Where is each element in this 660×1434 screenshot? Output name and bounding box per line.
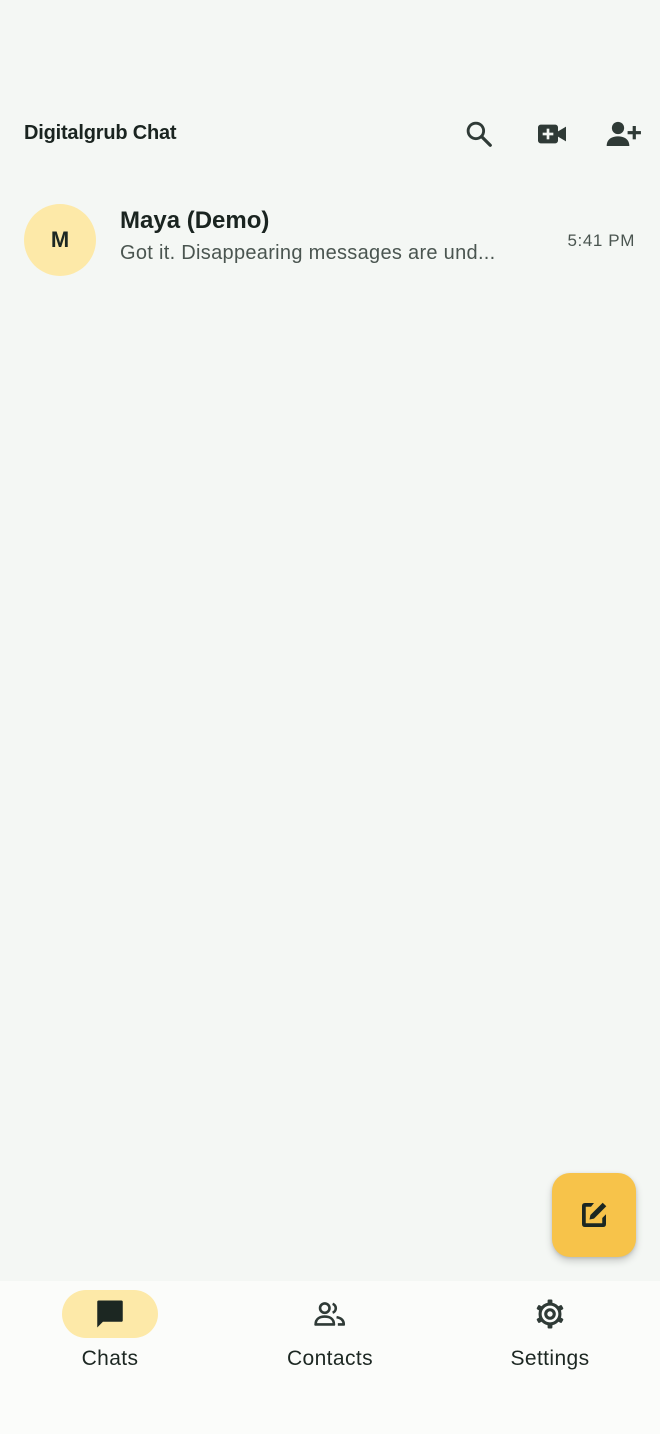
chat-bubble-icon xyxy=(97,1300,123,1328)
nav-item-chats[interactable]: Chats xyxy=(0,1281,220,1391)
avatar: M xyxy=(24,204,96,276)
chat-time: 5:41 PM xyxy=(567,231,635,250)
nav-label-settings: Settings xyxy=(510,1347,590,1370)
bottom-navigation: Chats Contacts Settings xyxy=(0,1281,660,1434)
app-header: Digitalgrub Chat xyxy=(0,100,660,170)
compose-icon xyxy=(582,1202,607,1227)
nav-label-chats: Chats xyxy=(81,1347,139,1370)
app-root: Digitalgrub Chat M Maya (Demo) Got it. D… xyxy=(0,0,660,1434)
people-icon xyxy=(314,1302,346,1326)
new-chat-button[interactable] xyxy=(552,1173,636,1257)
nav-item-settings[interactable]: Settings xyxy=(440,1281,660,1391)
gear-icon xyxy=(536,1299,564,1329)
chat-list-item[interactable]: M Maya (Demo) Got it. Disappearing messa… xyxy=(0,196,660,284)
search-button[interactable] xyxy=(455,110,503,158)
chat-preview: Got it. Disappearing messages are und... xyxy=(120,242,496,264)
search-icon xyxy=(466,121,492,147)
video-call-button[interactable] xyxy=(528,110,576,158)
app-title: Digitalgrub Chat xyxy=(24,122,177,144)
nav-item-contacts[interactable]: Contacts xyxy=(220,1281,440,1391)
chat-name: Maya (Demo) xyxy=(120,207,270,234)
nav-icon-container xyxy=(282,1290,378,1338)
add-contact-button[interactable] xyxy=(600,110,648,158)
add-contact-icon xyxy=(606,121,641,146)
video-call-icon xyxy=(538,124,566,144)
nav-label-contacts: Contacts xyxy=(286,1347,374,1370)
nav-active-indicator xyxy=(62,1290,158,1338)
nav-icon-container xyxy=(502,1290,598,1338)
